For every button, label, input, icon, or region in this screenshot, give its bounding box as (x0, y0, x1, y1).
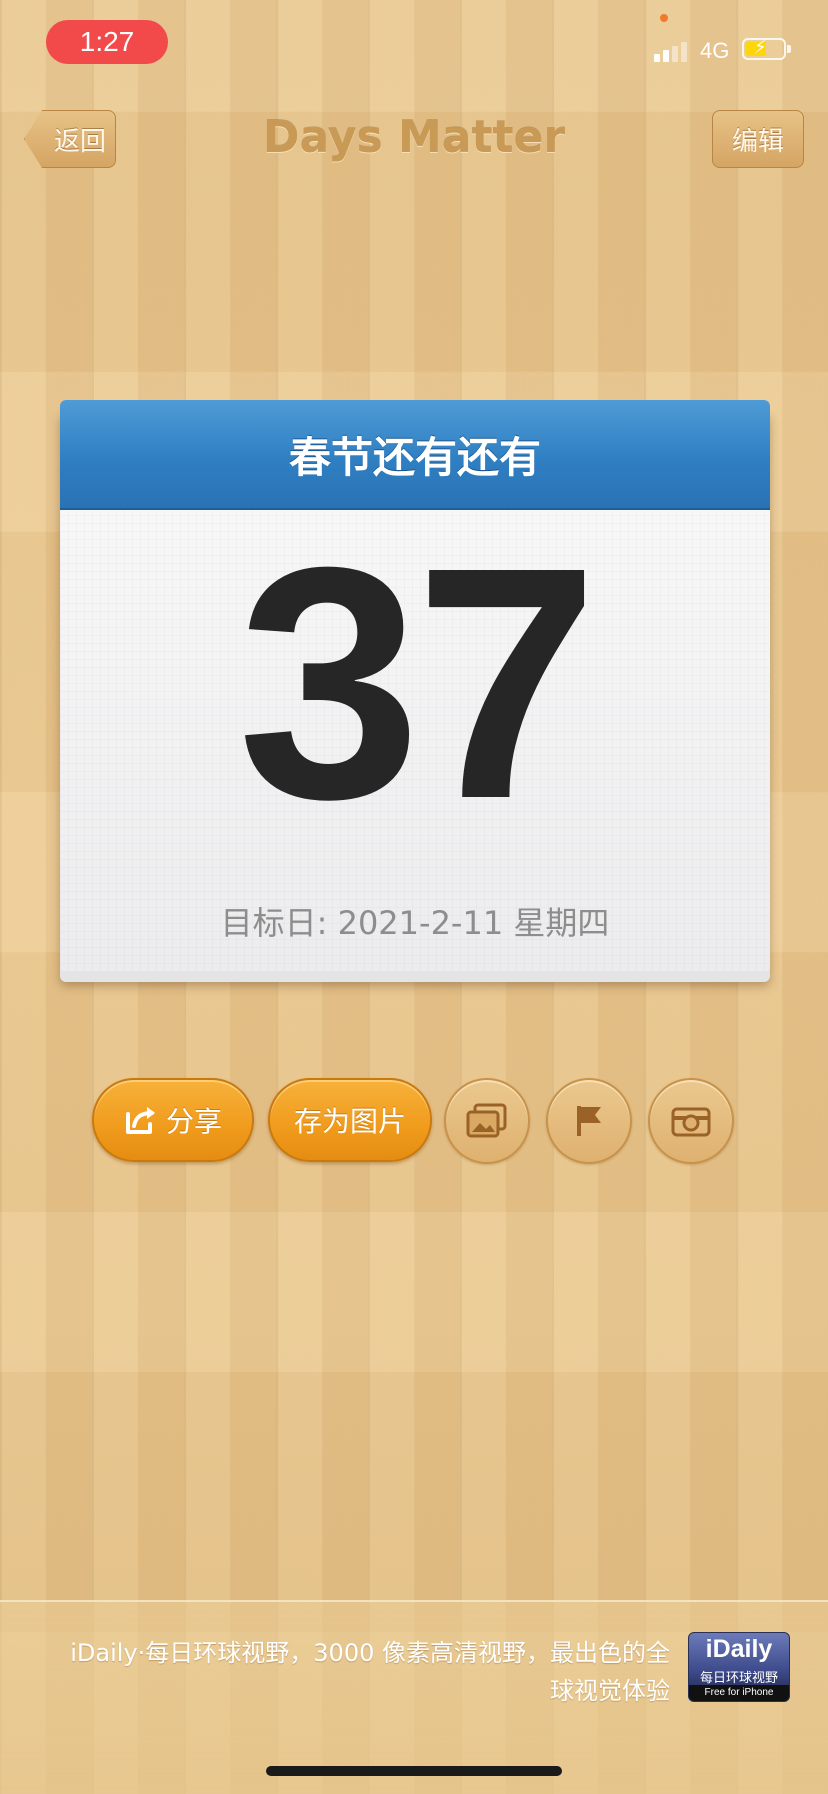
share-icon (125, 1107, 155, 1134)
gallery-icon (466, 1103, 507, 1138)
save-image-button[interactable]: 存为图片 (268, 1078, 432, 1162)
save-image-label: 存为图片 (293, 1105, 406, 1138)
days-count: 37 (237, 498, 598, 867)
home-indicator[interactable] (266, 1766, 562, 1776)
edit-button[interactable]: 编辑 (712, 110, 804, 168)
ad-banner[interactable]: iDaily·每日环球视野，3000 像素高清视野，最出色的全球视觉体验 iDa… (0, 1600, 828, 1794)
status-time: 1:27 (46, 20, 168, 64)
signal-icon (654, 40, 687, 62)
countdown-card: 春节还有还有 37 目标日: 2021-2-11 星期四 (60, 400, 770, 982)
network-type: 4G (700, 38, 730, 63)
battery-icon: ⚡ (742, 37, 791, 60)
app-title: Days Matter (262, 112, 566, 163)
camera-button[interactable] (648, 1078, 734, 1164)
logo-free-tag: Free for iPhone (689, 1685, 789, 1701)
ad-text[interactable]: iDaily·每日环球视野，3000 像素高清视野，最出色的全球视觉体验 (60, 1634, 670, 1710)
share-button[interactable]: 分享 (92, 1078, 254, 1162)
target-date: 目标日: 2021-2-11 星期四 (220, 904, 610, 942)
flag-icon (577, 1106, 601, 1136)
flag-button[interactable] (546, 1078, 632, 1164)
camera-icon (671, 1107, 711, 1137)
card-page: 春节还有还有 37 目标日: 2021-2-11 星期四 (60, 400, 770, 972)
idaily-logo[interactable]: iDaily 每日环球视野 Free for iPhone (688, 1632, 790, 1702)
logo-name: iDaily (705, 1635, 773, 1663)
mic-indicator-dot (660, 14, 668, 22)
share-label: 分享 (165, 1105, 222, 1138)
event-title: 春节还有还有 (60, 400, 770, 510)
gallery-button[interactable] (444, 1078, 530, 1164)
logo-subtitle: 每日环球视野 (699, 1671, 778, 1686)
